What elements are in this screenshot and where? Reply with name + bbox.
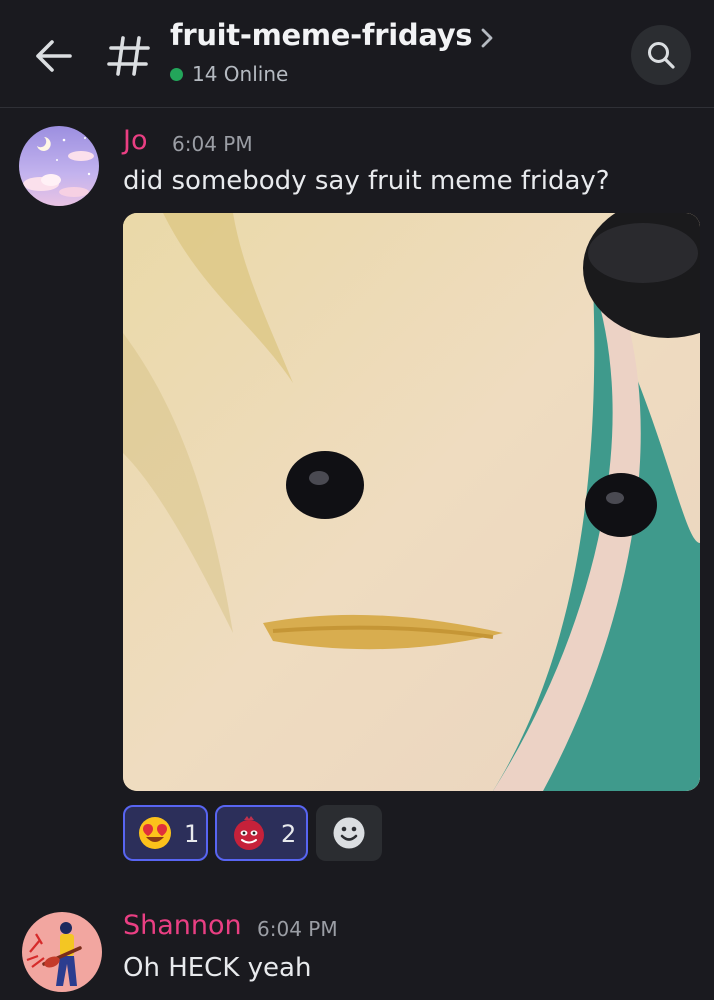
reaction-pomegranate[interactable]: 2 bbox=[215, 805, 308, 861]
channel-name[interactable]: fruit-meme-fridays bbox=[170, 18, 473, 52]
reaction-count: 2 bbox=[281, 820, 297, 848]
avatar[interactable] bbox=[22, 912, 102, 992]
author-name[interactable]: Jo bbox=[123, 125, 147, 156]
chevron-right-icon[interactable] bbox=[478, 27, 496, 49]
smiley-add-reaction-icon bbox=[333, 817, 365, 849]
pomegranate-emoji-icon bbox=[234, 816, 264, 850]
add-reaction-button[interactable] bbox=[316, 805, 382, 861]
image-attachment[interactable] bbox=[123, 213, 700, 791]
online-indicator-icon bbox=[170, 67, 183, 81]
reaction-count: 1 bbox=[184, 820, 200, 848]
avatar[interactable] bbox=[19, 126, 99, 206]
arrow-left-icon bbox=[36, 40, 72, 72]
search-icon bbox=[648, 42, 675, 69]
text-channel-icon bbox=[106, 33, 152, 79]
back-button[interactable] bbox=[30, 36, 76, 76]
channel-header: fruit-meme-fridays 14 Online bbox=[0, 0, 714, 108]
heart-eyes-emoji-icon bbox=[139, 817, 171, 849]
reaction-heart-eyes[interactable]: 1 bbox=[123, 805, 208, 861]
banana-face-image bbox=[123, 213, 700, 791]
online-count: 14 Online bbox=[192, 62, 289, 86]
author-name[interactable]: Shannon bbox=[123, 910, 242, 941]
online-status: 14 Online bbox=[170, 62, 288, 86]
search-button[interactable] bbox=[631, 25, 691, 85]
message-text: did somebody say fruit meme friday? bbox=[123, 166, 610, 196]
message-text: Oh HECK yeah bbox=[123, 953, 312, 983]
message-timestamp: 6:04 PM bbox=[172, 132, 253, 156]
message-timestamp: 6:04 PM bbox=[257, 917, 338, 941]
